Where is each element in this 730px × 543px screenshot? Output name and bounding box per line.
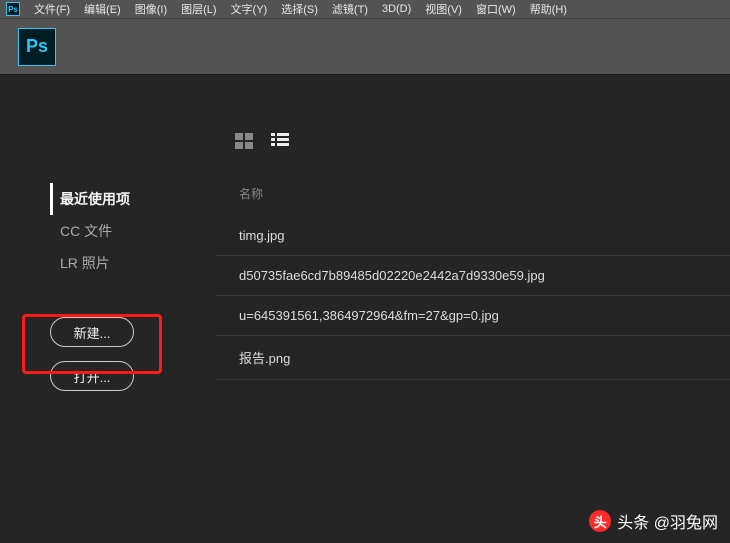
menu-image[interactable]: 图像(I) <box>135 1 167 17</box>
menu-edit[interactable]: 编辑(E) <box>84 1 121 17</box>
watermark-badge-icon: 头 <box>589 510 611 532</box>
menu-select[interactable]: 选择(S) <box>281 1 318 17</box>
menu-layer[interactable]: 图层(L) <box>181 1 216 17</box>
menu-view[interactable]: 视图(V) <box>425 1 462 17</box>
menu-file[interactable]: 文件(F) <box>34 1 70 17</box>
list-view-icon[interactable] <box>271 133 289 149</box>
watermark-text: 头条 @羽兔网 <box>617 509 718 533</box>
menu-type[interactable]: 文字(Y) <box>231 1 268 17</box>
start-sidebar: 最近使用项 CC 文件 LR 照片 新建... 打开... <box>0 75 215 543</box>
grid-view-icon[interactable] <box>235 133 253 149</box>
watermark: 头 头条 @羽兔网 <box>589 509 718 533</box>
sidebar-item-recent[interactable]: 最近使用项 <box>50 183 215 215</box>
ps-logo-icon: Ps <box>18 28 56 66</box>
menu-filter[interactable]: 滤镜(T) <box>332 1 368 17</box>
file-row[interactable]: d50735fae6cd7b89485d02220e2442a7d9330e59… <box>215 256 730 296</box>
file-row[interactable]: timg.jpg <box>215 216 730 256</box>
main-area: 最近使用项 CC 文件 LR 照片 新建... 打开... 名称 timg.jp… <box>0 74 730 543</box>
content-area: 名称 timg.jpg d50735fae6cd7b89485d02220e24… <box>215 75 730 543</box>
ps-small-icon: Ps <box>6 2 20 16</box>
file-row[interactable]: 报告.png <box>215 336 730 380</box>
recent-file-list: timg.jpg d50735fae6cd7b89485d02220e2442a… <box>215 216 730 380</box>
menubar: Ps 文件(F) 编辑(E) 图像(I) 图层(L) 文字(Y) 选择(S) 滤… <box>0 0 730 18</box>
menu-3d[interactable]: 3D(D) <box>382 3 411 15</box>
view-toggle <box>215 133 730 149</box>
open-button[interactable]: 打开... <box>50 361 134 391</box>
sidebar-item-lr-photos[interactable]: LR 照片 <box>50 247 215 279</box>
file-row[interactable]: u=645391561,3864972964&fm=27&gp=0.jpg <box>215 296 730 336</box>
toolbar: Ps <box>0 18 730 74</box>
menu-help[interactable]: 帮助(H) <box>530 1 567 17</box>
new-button[interactable]: 新建... <box>50 317 134 347</box>
sidebar-item-cc-files[interactable]: CC 文件 <box>50 215 215 247</box>
column-header-name[interactable]: 名称 <box>215 185 730 202</box>
menu-window[interactable]: 窗口(W) <box>476 1 516 17</box>
